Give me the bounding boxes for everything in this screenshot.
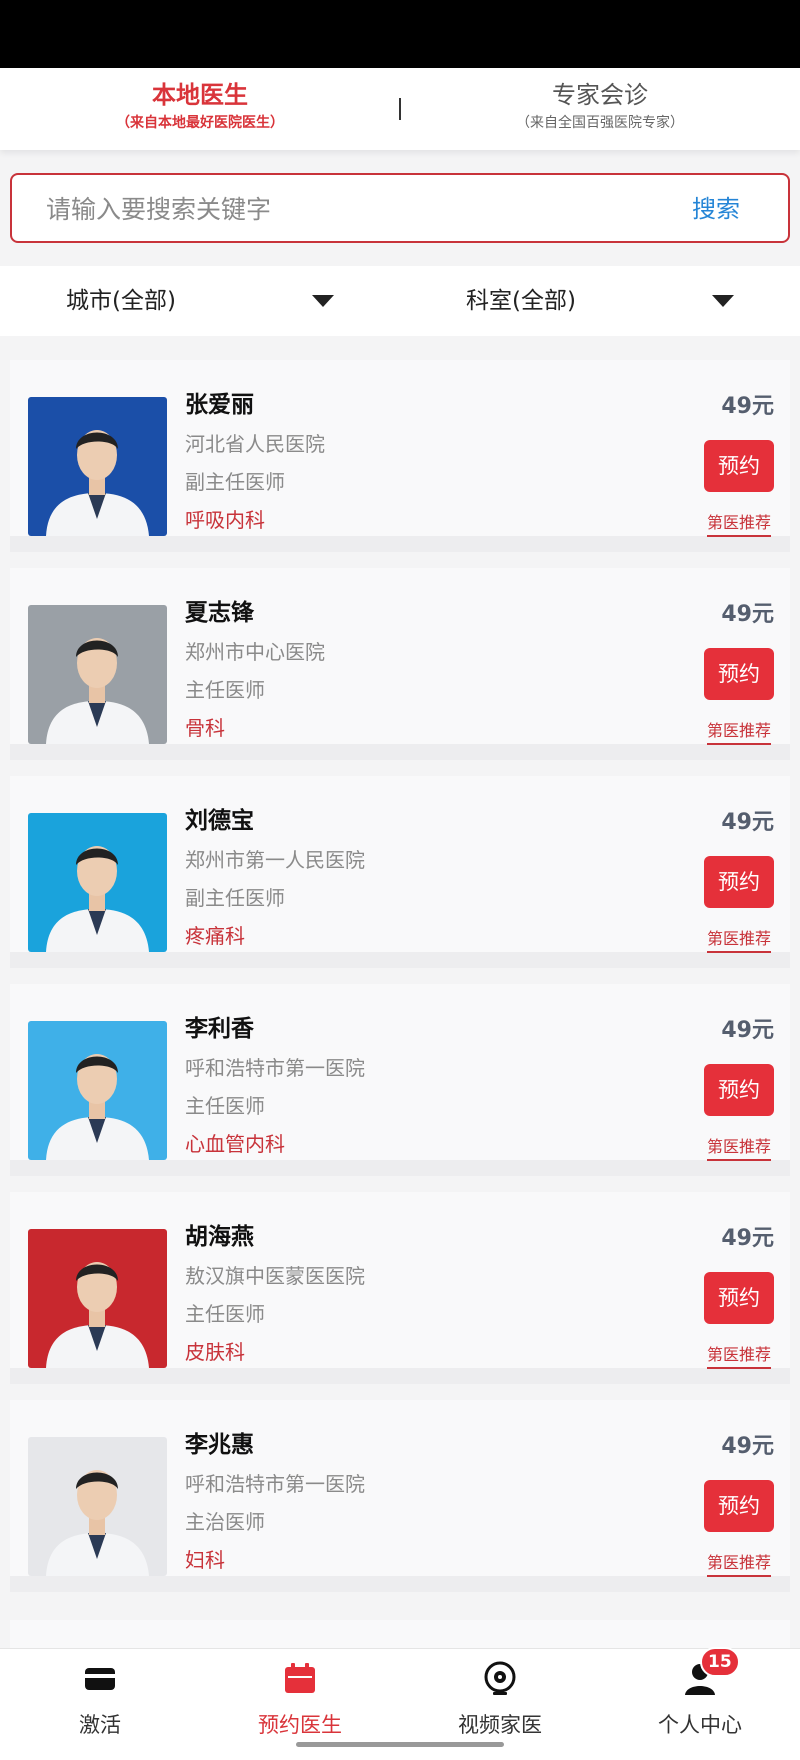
tab-local-doctors[interactable]: 本地医生 （来自本地最好医院医生）	[0, 68, 400, 150]
nav-item-activate[interactable]: 激活	[0, 1649, 200, 1760]
department-filter-label: 科室(全部)	[466, 288, 576, 314]
doctor-title: 主治医师	[185, 1510, 265, 1534]
consult-price: 49元	[721, 1018, 774, 1043]
doctor-department: 呼吸内科	[185, 508, 265, 532]
doctor-title: 主任医师	[185, 1302, 265, 1326]
notification-badge: 15	[700, 1647, 740, 1677]
doctor-hospital: 呼和浩特市第一医院	[185, 1472, 365, 1496]
doctor-card[interactable]: 李利香呼和浩特市第一医院 主任医师心血管内科 49元预约第医推荐	[10, 984, 790, 1176]
doctor-department: 皮肤科	[185, 1340, 245, 1364]
city-filter-label: 城市(全部)	[66, 288, 176, 314]
tab-expert-title: 专家会诊	[552, 81, 648, 109]
doctor-card[interactable]: 刘德宝郑州市第一人民医院 副主任医师疼痛科 49元预约第医推荐	[10, 776, 790, 968]
doctor-photo	[28, 397, 167, 536]
nav-label: 预约医生	[258, 1713, 342, 1737]
book-button[interactable]: 预约	[704, 856, 774, 908]
doctor-photo	[28, 1021, 167, 1160]
doctor-name: 张爱丽	[185, 392, 254, 418]
doctor-title: 副主任医师	[185, 470, 285, 494]
consult-price: 49元	[721, 1226, 774, 1251]
consult-price: 49元	[721, 1434, 774, 1459]
search-input[interactable]	[46, 189, 606, 229]
book-button[interactable]: 预约	[704, 648, 774, 700]
doctor-name: 李兆惠	[185, 1432, 254, 1458]
recommend-link[interactable]: 第医推荐	[707, 512, 772, 537]
book-button[interactable]: 预约	[704, 440, 774, 492]
doctor-hospital: 河北省人民医院	[185, 432, 325, 456]
recommend-link[interactable]: 第医推荐	[707, 1136, 772, 1161]
consult-price: 49元	[721, 810, 774, 835]
book-button[interactable]: 预约	[704, 1480, 774, 1532]
doctor-name: 夏志锋	[185, 600, 254, 626]
doctor-department: 妇科	[185, 1548, 225, 1572]
doctor-department: 心血管内科	[185, 1132, 285, 1156]
nav-label: 激活	[79, 1713, 121, 1737]
doctor-photo	[28, 1229, 167, 1368]
doctor-title: 主任医师	[185, 678, 265, 702]
doctor-name: 刘德宝	[185, 808, 254, 834]
card-icon	[85, 1668, 115, 1690]
filter-bar: 城市(全部) 科室(全部)	[0, 266, 800, 336]
doctor-department: 骨科	[185, 716, 225, 740]
doctor-card[interactable]: 张爱丽河北省人民医院 副主任医师呼吸内科 49元预约第医推荐	[10, 360, 790, 552]
doctor-card[interactable]: 夏志锋郑州市中心医院 主任医师骨科 49元预约第医推荐	[10, 568, 790, 760]
consult-price: 49元	[721, 602, 774, 627]
doctor-photo	[28, 605, 167, 744]
caret-down-icon	[312, 295, 334, 307]
recommend-link[interactable]: 第医推荐	[707, 1344, 772, 1369]
recommend-link[interactable]: 第医推荐	[707, 720, 772, 745]
tab-local-title: 本地医生	[152, 81, 248, 109]
webcam-icon	[484, 1661, 516, 1695]
doctor-title: 副主任医师	[185, 886, 285, 910]
book-button[interactable]: 预约	[704, 1064, 774, 1116]
recommend-link[interactable]: 第医推荐	[707, 1552, 772, 1577]
nav-label: 个人中心	[658, 1713, 742, 1737]
search-bar: 搜索	[10, 173, 790, 243]
recommend-link[interactable]: 第医推荐	[707, 928, 772, 953]
department-filter-dropdown[interactable]: 科室(全部)	[400, 266, 800, 336]
doctor-hospital: 郑州市第一人民医院	[185, 848, 365, 872]
doctor-title: 主任医师	[185, 1094, 265, 1118]
doctor-hospital: 敖汉旗中医蒙医医院	[185, 1264, 365, 1288]
doctor-hospital: 郑州市中心医院	[185, 640, 325, 664]
doctor-department: 疼痛科	[185, 924, 245, 948]
doctor-name: 胡海燕	[185, 1224, 254, 1250]
tab-local-subtitle: （来自本地最好医院医生）	[116, 115, 284, 131]
home-indicator	[296, 1742, 504, 1747]
nav-label: 视频家医	[458, 1713, 542, 1737]
calendar-icon	[285, 1663, 315, 1693]
doctor-hospital: 呼和浩特市第一医院	[185, 1056, 365, 1080]
doctor-photo	[28, 1437, 167, 1576]
caret-down-icon	[712, 295, 734, 307]
doctor-card[interactable]: 李兆惠呼和浩特市第一医院 主治医师妇科 49元预约第医推荐	[10, 1400, 790, 1592]
tab-expert-consult[interactable]: 专家会诊 （来自全国百强医院专家）	[400, 68, 800, 150]
search-button[interactable]: 搜索	[692, 193, 740, 225]
book-button[interactable]: 预约	[704, 1272, 774, 1324]
consult-price: 49元	[721, 394, 774, 419]
doctor-card[interactable]: 胡海燕敖汉旗中医蒙医医院 主任医师皮肤科 49元预约第医推荐	[10, 1192, 790, 1384]
tab-expert-subtitle: （来自全国百强医院专家）	[516, 115, 684, 131]
doctor-name: 李利香	[185, 1016, 254, 1042]
status-bar	[0, 0, 800, 68]
tab-divider	[399, 98, 401, 120]
city-filter-dropdown[interactable]: 城市(全部)	[0, 266, 400, 336]
doctor-photo	[28, 813, 167, 952]
